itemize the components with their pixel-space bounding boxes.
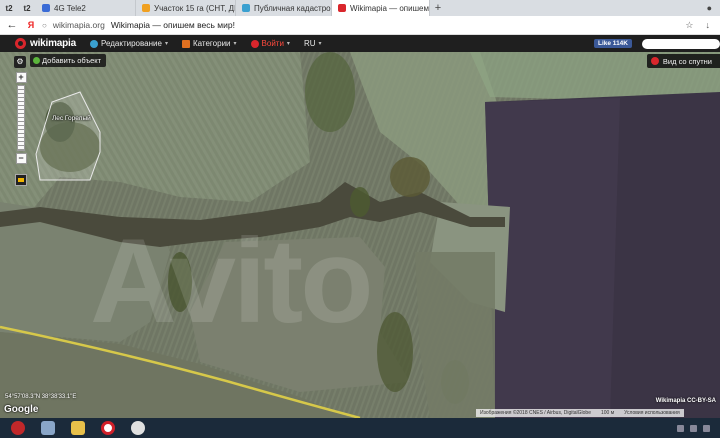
yandex-browser-button[interactable] xyxy=(126,419,150,437)
place-label[interactable]: Лес Горелый xyxy=(52,115,91,122)
new-tab-button[interactable]: + xyxy=(430,0,446,16)
layers-button[interactable] xyxy=(15,174,27,186)
bookmark-icon[interactable]: ☆ xyxy=(685,20,693,31)
url-domain: wikimapia.org xyxy=(52,20,105,30)
tab-label: Wikimapia — опишем весь xyxy=(350,3,429,13)
zoom-in-button[interactable]: + xyxy=(15,72,27,83)
chevron-down-icon: ▾ xyxy=(318,41,322,47)
search-input[interactable] xyxy=(642,38,720,49)
globe-icon xyxy=(90,39,98,48)
tab-label: Участок 15 га (СНТ, ДНП) - xyxy=(154,3,235,13)
tab-favicon xyxy=(42,4,50,12)
tab-favicon xyxy=(338,4,346,12)
pinned-tab-2[interactable]: t2 xyxy=(18,0,36,16)
chevron-down-icon: ▾ xyxy=(233,41,237,47)
menu-edit[interactable]: Редактирование ▾ xyxy=(90,39,168,48)
power-icon xyxy=(11,421,25,435)
login-icon xyxy=(250,39,259,48)
menu-login[interactable]: Войти ▾ xyxy=(250,39,290,48)
wikimapia-header: wikimapia Редактирование ▾ Категории ▾ В… xyxy=(0,35,720,52)
coordinates-readout: 54°57'08.3"N 38°38'33.1"E xyxy=(5,394,77,400)
tab-cadastral-map[interactable]: Публичная кадастровая к... xyxy=(236,0,332,16)
window-controls: ● xyxy=(707,0,720,16)
zoom-slider[interactable] xyxy=(17,85,25,151)
tab-avito-plot[interactable]: Участок 15 га (СНТ, ДНП) - xyxy=(136,0,236,16)
volume-icon[interactable] xyxy=(690,424,697,432)
satellite-imagery xyxy=(0,52,720,418)
files-button[interactable] xyxy=(36,419,60,437)
menu-categories-label: Категории xyxy=(192,39,231,48)
yandex-browser-icon xyxy=(131,421,145,435)
license-credit[interactable]: Wikimapia CC-BY-SA xyxy=(656,398,716,404)
menu-edit-label: Редактирование xyxy=(101,39,162,48)
opera-icon xyxy=(101,421,115,435)
add-object-button[interactable]: Добавить объект xyxy=(30,54,107,67)
wikimapia-logo-icon xyxy=(15,38,26,49)
os-taskbar xyxy=(0,418,720,438)
yandex-icon[interactable]: Я xyxy=(24,20,38,30)
back-button[interactable]: ← xyxy=(0,19,24,31)
menu-categories[interactable]: Категории ▾ xyxy=(181,39,237,48)
pinned-tab-1[interactable]: t2 xyxy=(0,0,18,16)
chevron-down-icon: ▾ xyxy=(164,41,168,47)
zoom-out-button[interactable]: − xyxy=(15,153,27,164)
address-bar: ← Я ○ wikimapia.org Wikimapia — опишем в… xyxy=(0,16,720,35)
url-page-title: Wikimapia — опишем весь мир! xyxy=(110,20,235,30)
menu-language[interactable]: RU ▾ xyxy=(304,39,322,48)
terms-link[interactable]: Условия использования xyxy=(624,410,680,416)
tab-label: Публичная кадастровая к... xyxy=(254,3,331,13)
tab-label: 4G Tele2 xyxy=(54,3,86,13)
wikimapia-logo-text: wikimapia xyxy=(30,38,76,49)
menu-language-label: RU xyxy=(303,39,316,48)
map-scale: 100 м xyxy=(600,410,615,416)
imagery-credit: Изображения ©2018 CNES / Airbus, Digital… xyxy=(480,410,591,416)
url-field[interactable]: ○ wikimapia.org Wikimapia — опишем весь … xyxy=(42,20,235,30)
network-icon[interactable] xyxy=(677,424,684,432)
imagery-attribution: Изображения ©2018 CNES / Airbus, Digital… xyxy=(476,409,684,417)
download-icon[interactable]: ↓ xyxy=(706,20,711,31)
satellite-icon xyxy=(650,57,659,65)
lock-icon: ○ xyxy=(42,20,47,30)
wikimapia-logo[interactable]: wikimapia xyxy=(15,38,76,49)
system-tray xyxy=(677,424,720,432)
satellite-view-toggle[interactable]: Вид со спутни xyxy=(646,54,720,68)
settings-icon[interactable]: ⚙ xyxy=(14,56,26,68)
menu-login-label: Войти xyxy=(261,39,284,48)
tab-wikimapia[interactable]: Wikimapia — опишем весь × xyxy=(332,0,430,16)
browser-tab-strip: t2 t2 4G Tele2 Участок 15 га (СНТ, ДНП) … xyxy=(0,0,720,16)
user-icon[interactable]: ● xyxy=(707,3,712,13)
battery-icon[interactable] xyxy=(703,424,710,432)
facebook-like-button[interactable]: Like 114K xyxy=(594,39,632,48)
files-icon xyxy=(41,421,55,435)
tab-favicon xyxy=(242,4,250,12)
tab-tele2[interactable]: 4G Tele2 xyxy=(36,0,136,16)
categories-icon xyxy=(181,39,190,48)
tab-favicon xyxy=(142,4,150,12)
power-button[interactable] xyxy=(6,419,30,437)
chevron-down-icon: ▾ xyxy=(286,41,290,47)
folder-button[interactable] xyxy=(66,419,90,437)
satellite-view-label: Вид со спутни xyxy=(662,56,712,66)
address-bar-actions: ☆ ↓ xyxy=(685,20,720,31)
zoom-control: + − xyxy=(15,72,27,164)
opera-button[interactable] xyxy=(96,419,120,437)
satellite-map[interactable]: Avito Лес Горелый ⚙ Добавить объект Вид … xyxy=(0,52,720,418)
google-logo: Google xyxy=(4,404,39,415)
folder-icon xyxy=(71,421,85,435)
